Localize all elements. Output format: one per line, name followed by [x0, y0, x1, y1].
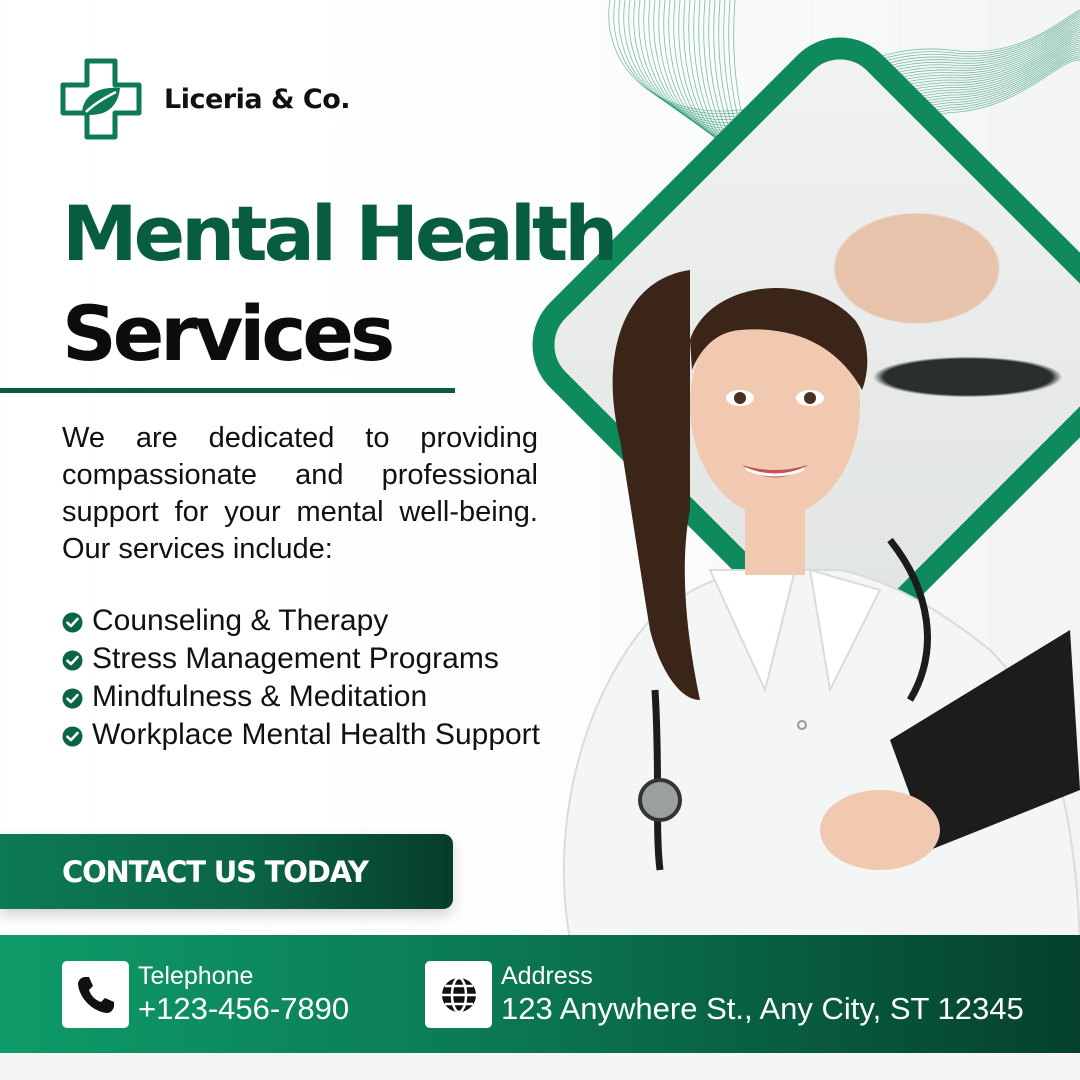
services-list: Counseling & Therapy Stress Management P… — [62, 602, 542, 754]
service-item: Mindfulness & Meditation — [62, 678, 542, 716]
doctor-photo — [562, 270, 1080, 940]
bottom-strip — [0, 1053, 1080, 1080]
headline-line-1: Mental Health — [62, 189, 618, 278]
service-label: Stress Management Programs — [92, 642, 499, 675]
address-value[interactable]: 123 Anywhere St., Any City, ST 12345 — [501, 990, 1024, 1028]
telephone-contact[interactable]: Telephone +123-456-7890 — [62, 961, 349, 1028]
contact-footer: Telephone +123-456-7890 Address 123 Anyw… — [0, 935, 1080, 1053]
service-label: Mindfulness & Meditation — [92, 680, 428, 713]
medical-cross-leaf-icon — [60, 58, 142, 140]
check-circle-icon — [62, 726, 83, 747]
telephone-label: Telephone — [138, 962, 254, 990]
globe-icon — [441, 976, 476, 1013]
contact-us-label: CONTACT US TODAY — [62, 854, 369, 889]
brand-logo[interactable]: Liceria & Co. — [60, 58, 351, 140]
service-item: Workplace Mental Health Support — [62, 716, 542, 754]
telephone-number[interactable]: +123-456-7890 — [138, 990, 349, 1028]
service-label: Workplace Mental Health Support — [92, 718, 541, 751]
service-item: Counseling & Therapy — [62, 602, 542, 640]
brand-name: Liceria & Co. — [164, 83, 351, 115]
check-circle-icon — [62, 650, 83, 671]
contact-us-button[interactable]: CONTACT US TODAY — [0, 834, 453, 909]
address-icon-box — [425, 961, 492, 1028]
check-circle-icon — [62, 612, 83, 633]
address-contact[interactable]: Address 123 Anywhere St., Any City, ST 1… — [425, 961, 1024, 1028]
check-circle-icon — [62, 688, 83, 709]
headline-line-2: Services — [62, 289, 395, 378]
intro-text: We are dedicated to providing compassion… — [62, 422, 538, 565]
address-label: Address — [501, 962, 593, 990]
phone-icon — [77, 976, 114, 1013]
headline-divider — [0, 388, 455, 393]
telephone-icon-box — [62, 961, 129, 1028]
service-label: Counseling & Therapy — [92, 604, 389, 637]
service-item: Stress Management Programs — [62, 640, 542, 678]
